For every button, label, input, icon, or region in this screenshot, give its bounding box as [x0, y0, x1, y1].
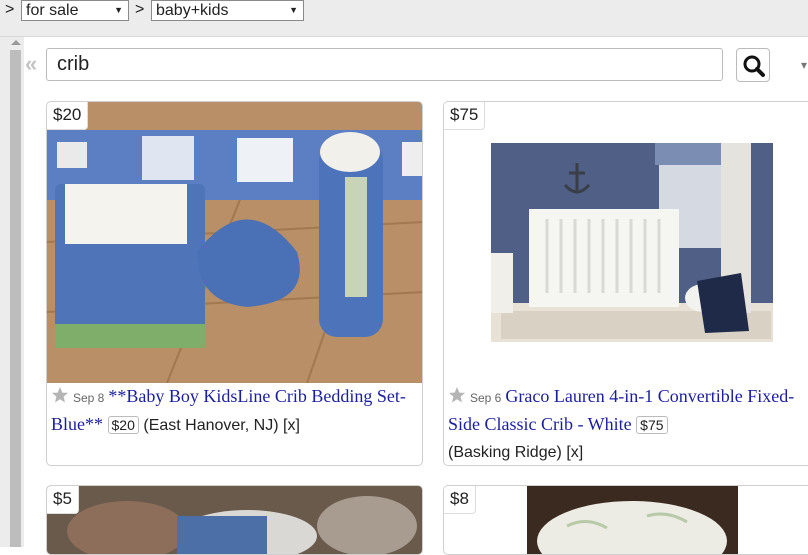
filter-bar: > for sale ▼ > baby+kids ▼ [0, 0, 808, 37]
price-tag: $20 [47, 102, 89, 130]
price-tag: $8 [444, 486, 476, 514]
listing-image[interactable] [47, 486, 422, 554]
price-tag: $5 [47, 486, 79, 514]
listing-card[interactable]: $75 Sep 6 Graco Lauren 4-in-1 Convertibl… [443, 101, 808, 466]
listing-info: Sep 8 **Baby Boy KidsLine Crib Bedding Se… [51, 383, 420, 439]
collapse-sidebar-icon[interactable]: « [25, 51, 37, 77]
scrollbar[interactable] [10, 50, 21, 547]
search-icon [743, 55, 765, 77]
listing-photo [47, 486, 422, 554]
listing-photo [527, 486, 738, 554]
breadcrumb-separator: > [5, 1, 15, 18]
hide-listing-button[interactable]: [x] [566, 444, 583, 461]
listing-location: (East Hanover, NJ) [143, 417, 279, 434]
type-select-value: for sale [26, 2, 79, 19]
listing-info: Sep 6 Graco Lauren 4-in-1 Convertible Fix… [448, 383, 808, 465]
star-icon[interactable] [448, 386, 466, 404]
search-button[interactable] [736, 48, 770, 82]
listing-date: Sep 6 [470, 391, 502, 405]
scroll-up-icon[interactable] [11, 40, 21, 45]
hide-listing-button[interactable]: [x] [283, 417, 300, 434]
listing-price: $75 [636, 416, 668, 434]
breadcrumb-separator: > [135, 1, 145, 18]
type-select[interactable]: for sale ▼ [21, 0, 129, 21]
price-tag: $75 [444, 102, 486, 130]
listing-card[interactable]: $5 [46, 485, 423, 555]
overflow-mark-icon: ▾ [801, 58, 808, 72]
chevron-down-icon: ▼ [114, 5, 123, 15]
listing-image[interactable] [527, 486, 738, 554]
crib-photo [491, 143, 773, 342]
category-select[interactable]: baby+kids ▼ [151, 0, 304, 21]
listing-location: (Basking Ridge) [448, 444, 562, 461]
listing-price: $20 [107, 416, 139, 434]
listing-card[interactable]: $8 [443, 485, 808, 555]
listing-image[interactable] [491, 143, 773, 342]
category-select-value: baby+kids [156, 2, 229, 19]
star-icon[interactable] [51, 386, 69, 404]
chevron-down-icon: ▼ [289, 5, 298, 15]
bedding-photo [47, 102, 422, 383]
listing-date: Sep 8 [73, 391, 105, 405]
listing-image[interactable] [47, 102, 422, 383]
search-input[interactable]: crib [46, 48, 723, 81]
listing-card[interactable]: $20 Sep 8 **Baby Boy KidsLine Crib Beddin… [46, 101, 423, 466]
